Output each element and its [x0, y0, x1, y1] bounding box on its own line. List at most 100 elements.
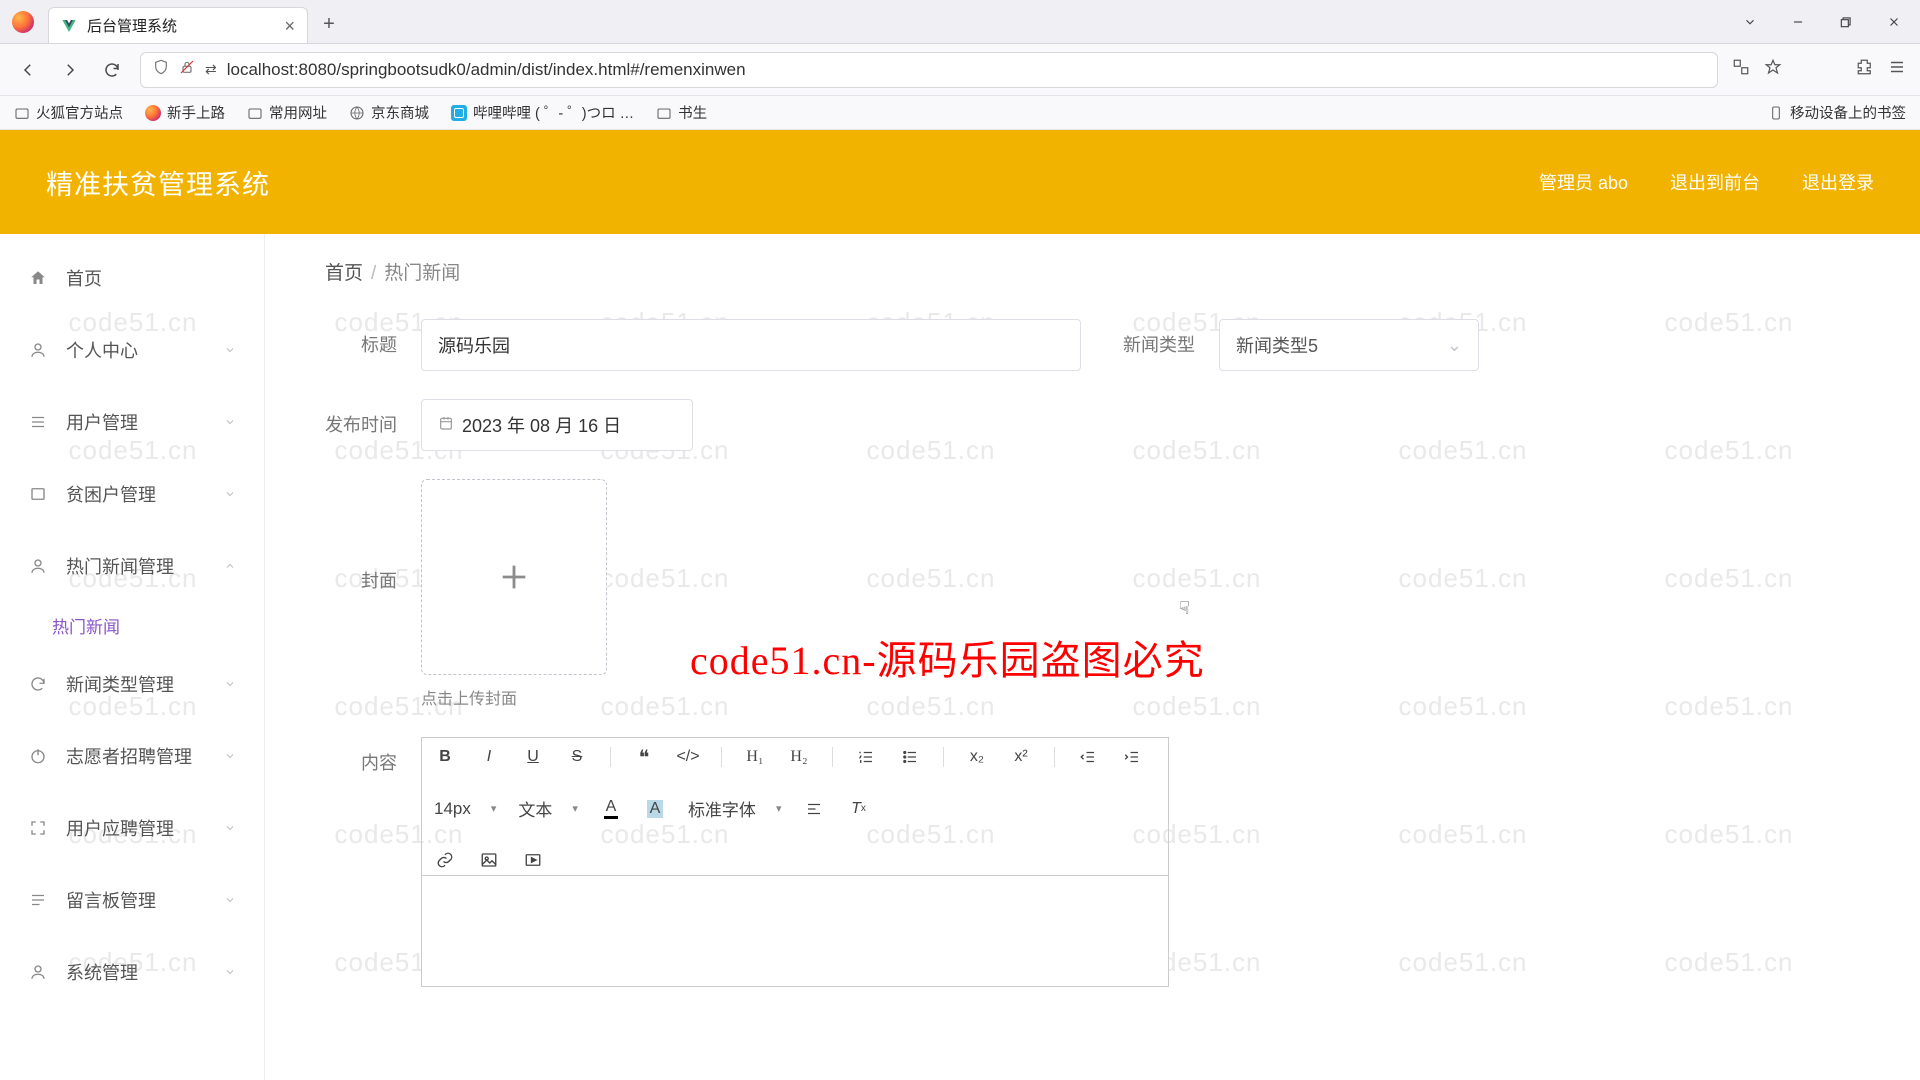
mobile-bookmarks[interactable]: 移动设备上的书签	[1768, 102, 1906, 123]
sidebar-item-msgboard[interactable]: 留言板管理	[0, 864, 264, 936]
bookmark-item[interactable]: 常用网址	[247, 102, 327, 123]
translate-icon[interactable]	[1732, 58, 1750, 81]
vue-favicon-icon	[61, 18, 77, 34]
window-minimize-button[interactable]	[1780, 4, 1816, 40]
sidebar-item-apply[interactable]: 用户应聘管理	[0, 792, 264, 864]
ol-icon[interactable]	[855, 746, 877, 768]
url-text: localhost:8080/springbootsudk0/admin/dis…	[227, 60, 746, 80]
browser-tab-strip: 后台管理系统 × +	[0, 0, 1920, 44]
tab-overflow-icon[interactable]	[1732, 4, 1768, 40]
subscript-icon[interactable]: x₂	[966, 746, 988, 768]
browser-tab[interactable]: 后台管理系统 ×	[48, 7, 308, 43]
rich-text-editor: B I U S ❝ </> H₁ H₂	[421, 737, 1169, 987]
breadcrumb-current: 热门新闻	[384, 263, 460, 284]
nav-forward-button[interactable]	[56, 56, 84, 84]
label-title: 标题	[325, 319, 397, 357]
editor-body[interactable]	[422, 876, 1168, 986]
bold-icon[interactable]: B	[434, 746, 456, 768]
header-to-front[interactable]: 退出到前台	[1670, 169, 1760, 195]
fontfamily-select[interactable]: 标准字体▾	[688, 796, 782, 821]
code-icon[interactable]: </>	[677, 746, 699, 768]
bookmark-item[interactable]: 书生	[656, 102, 707, 123]
sidebar-item-personal[interactable]: 个人中心	[0, 314, 264, 386]
close-tab-icon[interactable]: ×	[284, 17, 295, 35]
window-restore-button[interactable]	[1828, 4, 1864, 40]
chevron-down-icon	[224, 340, 236, 361]
overlay-text: code51.cn-源码乐园盗图必究	[690, 628, 1205, 686]
bookmark-item[interactable]: 火狐官方站点	[14, 102, 123, 123]
app-menu-icon[interactable]	[1888, 58, 1906, 81]
title-input[interactable]: 源码乐园	[421, 319, 1081, 371]
bgcolor-icon[interactable]: A	[644, 798, 666, 820]
header-admin[interactable]: 管理员 abo	[1539, 169, 1628, 195]
cursor-icon: ☟	[1179, 598, 1190, 619]
sidebar-item-newstype[interactable]: 新闻类型管理	[0, 648, 264, 720]
video-icon[interactable]	[522, 849, 544, 871]
textcolor-icon[interactable]: A	[600, 798, 622, 820]
underline-icon[interactable]: U	[522, 746, 544, 768]
bookmark-star-icon[interactable]	[1764, 58, 1782, 81]
ul-icon[interactable]	[899, 746, 921, 768]
cover-upload[interactable]	[421, 479, 607, 675]
clearformat-icon[interactable]: Tx	[847, 798, 869, 820]
italic-icon[interactable]: I	[478, 746, 500, 768]
label-newstype: 新闻类型	[1105, 319, 1195, 357]
sidebar-item-news[interactable]: 热门新闻管理	[0, 530, 264, 602]
sidebar-subitem-hotnews[interactable]: 热门新闻	[0, 602, 264, 648]
indent-icon[interactable]	[1121, 746, 1143, 768]
link-icon[interactable]	[434, 849, 456, 871]
strike-icon[interactable]: S	[566, 746, 588, 768]
quote-icon[interactable]: ❝	[633, 746, 655, 768]
sidebar-item-home[interactable]: 首页	[0, 242, 264, 314]
user-icon	[28, 962, 48, 982]
image-icon[interactable]	[478, 849, 500, 871]
label-content: 内容	[325, 737, 397, 775]
plus-icon	[497, 560, 531, 594]
chevron-down-icon	[224, 818, 236, 839]
editor-toolbar: B I U S ❝ </> H₁ H₂	[422, 738, 1168, 876]
date-picker[interactable]: 2023 年 08 月 16 日	[421, 399, 693, 451]
url-mode-icon: ⇄	[205, 61, 217, 78]
bookmark-item[interactable]: 新手上路	[145, 102, 225, 123]
breadcrumb-home[interactable]: 首页	[325, 263, 363, 284]
h2-icon[interactable]: H₂	[788, 746, 810, 768]
chevron-up-icon	[224, 556, 236, 577]
breadcrumb: 首页/热门新闻	[325, 258, 1860, 285]
sidebar: 首页 个人中心 用户管理 贫困户管理	[0, 234, 265, 1080]
outdent-icon[interactable]	[1077, 746, 1099, 768]
chevron-down-icon	[224, 412, 236, 433]
bookmark-item[interactable]: 京东商城	[349, 102, 429, 123]
list-icon	[28, 890, 48, 910]
tab-title: 后台管理系统	[87, 15, 177, 36]
sidebar-item-users[interactable]: 用户管理	[0, 386, 264, 458]
refresh-icon	[28, 674, 48, 694]
sidebar-item-volunteer[interactable]: 志愿者招聘管理	[0, 720, 264, 792]
firefox-icon	[145, 105, 161, 121]
nav-reload-button[interactable]	[98, 56, 126, 84]
shield-icon	[153, 59, 169, 80]
power-icon	[28, 746, 48, 766]
app-brand: 精准扶贫管理系统	[46, 163, 270, 202]
chevron-down-icon	[224, 674, 236, 695]
fontsize-select[interactable]: 14px▾	[434, 799, 496, 819]
newstype-select[interactable]: 新闻类型5 ⌄	[1219, 319, 1479, 371]
chevron-down-icon	[224, 962, 236, 983]
superscript-icon[interactable]: x²	[1010, 746, 1032, 768]
window-close-button[interactable]	[1876, 4, 1912, 40]
format-select[interactable]: 文本▾	[518, 796, 578, 821]
user-icon	[28, 556, 48, 576]
extensions-icon[interactable]	[1856, 58, 1874, 81]
new-tab-button[interactable]: +	[314, 9, 344, 39]
lock-icon	[179, 59, 195, 80]
chevron-down-icon: ⌄	[1447, 335, 1462, 356]
firefox-logo-icon	[12, 11, 34, 33]
sidebar-item-system[interactable]: 系统管理	[0, 936, 264, 1008]
url-field[interactable]: ⇄ localhost:8080/springbootsudk0/admin/d…	[140, 52, 1718, 88]
bookmark-item[interactable]: 哔哩哔哩 ( ゜- ゜)つロ …	[451, 102, 634, 123]
nav-back-button[interactable]	[14, 56, 42, 84]
h1-icon[interactable]: H₁	[744, 746, 766, 768]
label-cover: 封面	[325, 479, 397, 593]
sidebar-item-poor[interactable]: 贫困户管理	[0, 458, 264, 530]
header-logout[interactable]: 退出登录	[1802, 169, 1874, 195]
align-icon[interactable]	[803, 798, 825, 820]
